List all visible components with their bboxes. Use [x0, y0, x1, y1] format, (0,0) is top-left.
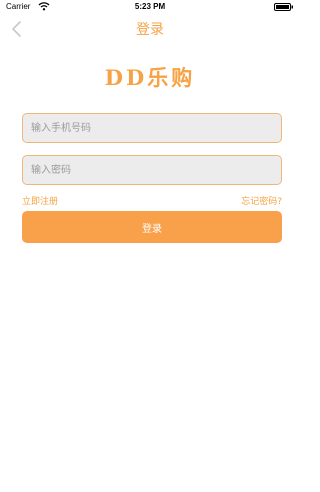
- phone-input[interactable]: [22, 113, 282, 143]
- register-link[interactable]: 立即注册: [22, 194, 58, 207]
- chevron-left-icon[interactable]: [10, 20, 24, 38]
- password-input[interactable]: [22, 155, 282, 185]
- forgot-password-link[interactable]: 忘记密码?: [241, 194, 282, 207]
- status-time: 5:23 PM: [134, 2, 166, 11]
- page-title: 登录: [136, 22, 164, 38]
- navigation-bar: 登录: [0, 14, 300, 44]
- battery-icon: [274, 3, 294, 11]
- status-bar: Carrier 5:23 PM: [0, 0, 300, 14]
- login-button[interactable]: 登录: [22, 211, 282, 243]
- app-logo: DD乐购: [104, 65, 196, 90]
